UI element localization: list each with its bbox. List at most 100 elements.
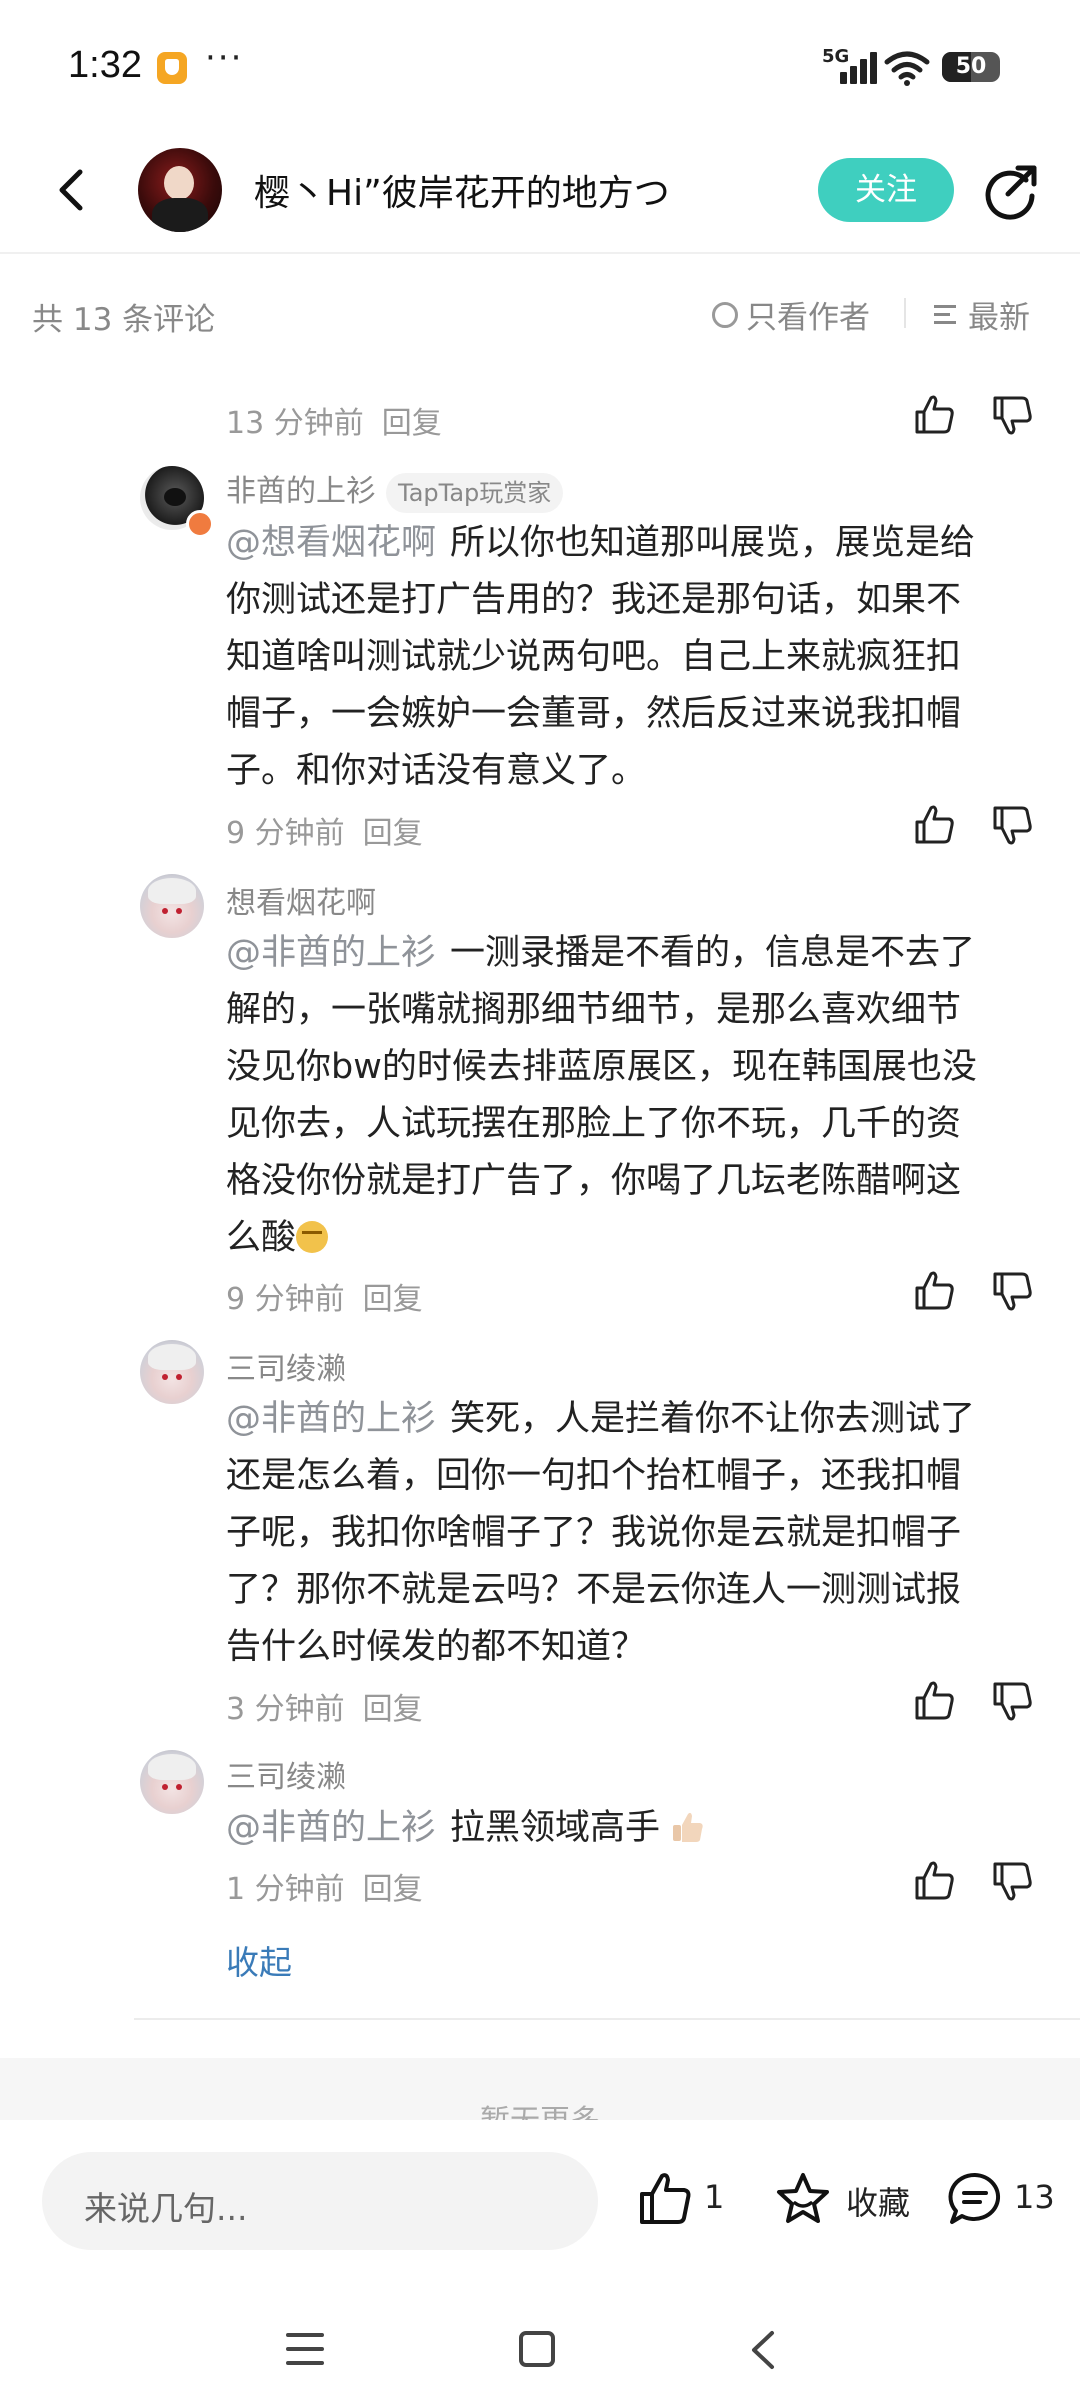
mention-link[interactable]: @非酋的上衫 — [226, 1808, 436, 1848]
signal-icon — [840, 52, 877, 84]
author-avatar[interactable] — [138, 148, 222, 232]
comment-time: 9 分钟前 — [226, 816, 345, 851]
thumb-up-icon[interactable] — [912, 1678, 958, 1724]
username[interactable]: 三司绫濑 — [226, 1760, 346, 1795]
comment-meta: 9 分钟前 回复 — [226, 1274, 423, 1318]
reply-button[interactable]: 回复 — [363, 1692, 423, 1727]
comment-username[interactable]: 三司绫濑 — [226, 1344, 346, 1388]
comment-line: 没见你bw的时候去排蓝原展区，现在韩国展也没 — [226, 1047, 977, 1087]
back-nav-icon[interactable] — [748, 2330, 778, 2370]
no-more-text: 暂无更多 — [480, 2096, 600, 2120]
comment-username[interactable]: 非酋的上衫 TapTap玩赏家 — [226, 466, 564, 513]
comment-body[interactable]: @非酋的上衫 笑死，人是拦着你不让你去测试了 还是怎么着，回你一句扣个抬杠帽子，还… — [226, 1391, 1026, 1676]
sour-face-emoji-icon — [296, 1221, 329, 1253]
comment-body[interactable]: @非酋的上衫 拉黑领域高手 — [226, 1800, 1026, 1857]
follow-button[interactable]: 关注 — [818, 158, 954, 222]
thumbs-up-emoji-icon — [673, 1812, 703, 1842]
mention-link[interactable]: @非酋的上衫 — [226, 933, 436, 973]
comment-line: 你测试还是打广告用的？我还是那句话，如果不 — [226, 580, 962, 620]
no-more-label: 暂无更多 — [0, 2096, 1080, 2120]
comment-count-badge: 13 — [1014, 2178, 1055, 2216]
comment-line: 了？那你不就是云吗？不是云你连人一测测试报 — [226, 1570, 962, 1610]
sort-lines-icon — [934, 303, 962, 327]
comment-line: 见你去，人试玩摆在那脸上了你不玩，几千的资 — [226, 1104, 962, 1144]
thumb-up-icon[interactable] — [912, 802, 958, 848]
comment-filter-bar: 共 13 条评论 只看作者 最新 — [0, 254, 1080, 366]
avatar[interactable] — [140, 874, 204, 938]
sort-button[interactable]: 最新 — [934, 292, 1030, 337]
thumb-down-icon[interactable] — [990, 392, 1036, 438]
comment-line: 一测录播是不看的，信息是不去了 — [450, 933, 976, 973]
comment-line: 拉黑领域高手 — [450, 1808, 661, 1848]
comment-body[interactable]: @想看烟花啊 所以你也知道那叫展览，展览是给 你测试还是打广告用的？我还是那句话，… — [226, 515, 1026, 800]
mention-link[interactable]: @非酋的上衫 — [226, 1399, 436, 1439]
comment-time: 9 分钟前 — [226, 1282, 345, 1317]
back-button[interactable] — [46, 162, 102, 218]
thumb-down-icon[interactable] — [990, 1858, 1036, 1904]
comment-time: 13 分钟前 — [226, 406, 364, 441]
comment-line: 子。和你对话没有意义了。 — [226, 751, 647, 791]
thumb-up-icon[interactable] — [912, 392, 958, 438]
comment-time: 3 分钟前 — [226, 1692, 345, 1727]
mention-link[interactable]: @想看烟花啊 — [226, 523, 436, 563]
comment-time: 1 分钟前 — [226, 1872, 345, 1907]
comment-line: 帽子，一会嫉妒一会董哥，然后反过来说我扣帽 — [226, 694, 962, 734]
share-button[interactable] — [982, 162, 1040, 220]
battery-level: 50 — [955, 54, 987, 79]
collect-button[interactable]: 收藏 — [846, 2178, 910, 2224]
wifi-icon — [884, 51, 930, 86]
thumb-up-icon[interactable] — [912, 1268, 958, 1314]
comment-username[interactable]: 三司绫濑 — [226, 1752, 346, 1796]
menu-icon[interactable] — [286, 2332, 324, 2366]
top-header: 樱丶Hi”彼岸花开的地方つ 关注 — [0, 130, 1080, 254]
battery-icon: 50 — [942, 52, 1000, 82]
comment-input-placeholder: 来说几句... — [84, 2189, 248, 2228]
comment-meta: 3 分钟前 回复 — [226, 1684, 423, 1728]
reply-button[interactable]: 回复 — [363, 1872, 423, 1907]
comment-input[interactable]: 来说几句... — [42, 2152, 598, 2250]
star-icon[interactable] — [774, 2170, 832, 2228]
comment-line: 格没你份就是打广告了，你喝了几坛老陈醋啊这 — [226, 1161, 962, 1201]
username[interactable]: 非酋的上衫 — [226, 474, 376, 509]
reply-button[interactable]: 回复 — [382, 406, 442, 441]
shield-icon — [157, 52, 187, 84]
username[interactable]: 三司绫濑 — [226, 1352, 346, 1387]
comment-meta: 13 分钟前 回复 — [226, 398, 442, 442]
comment-line: 子呢，我扣你啥帽子了？我说你是云就是扣帽子 — [226, 1513, 962, 1553]
home-icon[interactable] — [518, 2330, 556, 2368]
radio-circle-icon — [712, 301, 738, 328]
comment-line: 告什么时候发的都不知道？ — [226, 1627, 647, 1667]
sort-label: 最新 — [968, 300, 1030, 336]
comment-line: 么酸 — [226, 1218, 297, 1258]
comment-username[interactable]: 想看烟花啊 — [226, 878, 376, 922]
avatar[interactable] — [140, 1340, 204, 1404]
user-badge: TapTap玩赏家 — [386, 472, 564, 513]
comment-line: 知道啥叫测试就少说两句吧。自己上来就疯狂扣 — [226, 637, 962, 677]
comment-line: 所以你也知道那叫展览，展览是给 — [450, 523, 976, 563]
reply-button[interactable]: 回复 — [363, 816, 423, 851]
chat-bubble-icon[interactable] — [946, 2170, 1004, 2228]
comment-line: 解的，一张嘴就搁那细节细节，是那么喜欢细节 — [226, 990, 962, 1030]
system-nav-bar — [0, 2280, 1080, 2400]
status-time: 1:32 — [68, 44, 142, 86]
thumb-down-icon[interactable] — [990, 1268, 1036, 1314]
page-title[interactable]: 樱丶Hi”彼岸花开的地方つ — [254, 164, 670, 216]
username[interactable]: 想看烟花啊 — [226, 886, 376, 921]
divider — [904, 298, 906, 328]
status-bar: 1:32 ··· 5G 50 — [0, 0, 1080, 130]
thumb-down-icon[interactable] — [990, 1678, 1036, 1724]
like-count: 1 — [704, 2178, 725, 2216]
like-post-button[interactable] — [636, 2170, 694, 2228]
comment-count: 共 13 条评论 — [32, 302, 216, 338]
comment-meta: 9 分钟前 回复 — [226, 808, 423, 852]
collapse-replies-button[interactable]: 收起 — [226, 1936, 292, 1984]
avatar[interactable] — [140, 1750, 204, 1814]
thumb-up-icon[interactable] — [912, 1858, 958, 1904]
more-notifications-icon: ··· — [205, 38, 244, 78]
comment-body[interactable]: @非酋的上衫 一测录播是不看的，信息是不去了 解的，一张嘴就搁那细节细节，是那么喜… — [226, 925, 1026, 1267]
reply-button[interactable]: 回复 — [363, 1282, 423, 1317]
thumb-down-icon[interactable] — [990, 802, 1036, 848]
only-author-toggle[interactable]: 只看作者 — [712, 292, 870, 337]
verified-badge-icon — [186, 510, 214, 538]
bottom-action-bar: 来说几句... 1 收藏 13 — [0, 2120, 1080, 2280]
